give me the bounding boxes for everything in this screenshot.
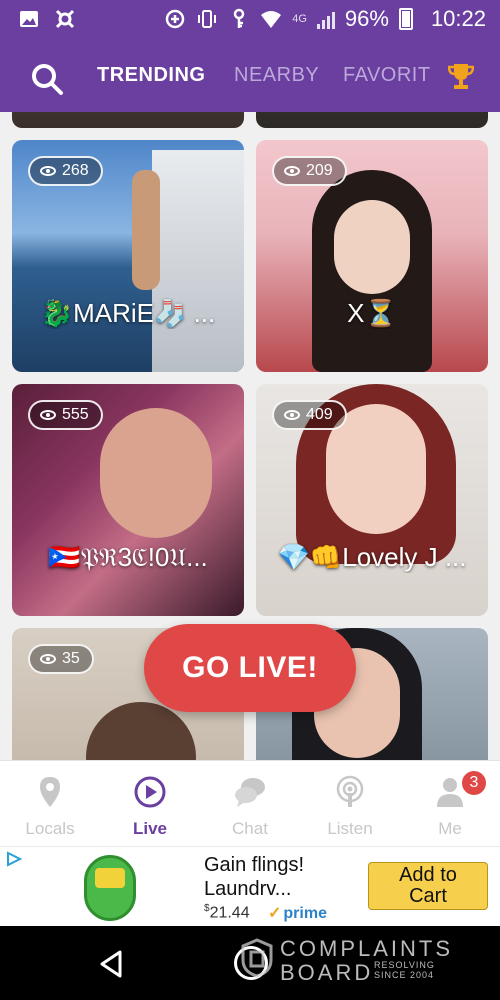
ad-price-value: 21.44 bbox=[209, 904, 250, 922]
watermark-logo-icon bbox=[241, 938, 273, 978]
back-icon[interactable] bbox=[96, 948, 128, 980]
data-saver-icon bbox=[165, 9, 185, 29]
ad-product-image bbox=[84, 855, 136, 921]
ad-banner[interactable]: Gain flings! Laundrv... $21.44 prime Add… bbox=[0, 846, 500, 926]
viewer-count-badge: 35 bbox=[28, 644, 94, 674]
watermark-tagline: RESOLVING SINCE 2004 bbox=[374, 960, 435, 980]
nav-label: Live bbox=[132, 819, 168, 838]
add-to-cart-button[interactable]: Add to Cart bbox=[368, 862, 488, 910]
watermark-tagline-1: RESOLVING bbox=[374, 960, 435, 970]
streamer-name: 🐉MARiE🧦 ... bbox=[40, 298, 216, 328]
app-notification-icon bbox=[55, 9, 75, 29]
eye-icon bbox=[284, 166, 300, 176]
nav-item-chat[interactable]: Chat bbox=[200, 761, 300, 847]
nav-label: Listen bbox=[327, 819, 373, 838]
prime-badge: prime bbox=[268, 903, 327, 923]
stream-thumbnail-face bbox=[100, 408, 212, 538]
battery-percent: 96% bbox=[344, 6, 389, 31]
app-header: 4G 96% 10:22 TRENDING NEARBY FAVORIT bbox=[0, 0, 500, 112]
go-live-button[interactable]: GO LIVE! bbox=[144, 624, 356, 712]
stream-thumbnail-face bbox=[334, 200, 410, 294]
nav-item-locals[interactable]: Locals bbox=[0, 761, 100, 847]
status-bar: 4G 96% 10:22 bbox=[0, 0, 500, 40]
add-to-cart-line2: Cart bbox=[409, 885, 447, 907]
stream-card[interactable] bbox=[12, 112, 244, 128]
watermark-text: BOARD bbox=[280, 960, 374, 985]
clock: 10:22 bbox=[430, 6, 486, 31]
viewer-count-badge: 555 bbox=[28, 400, 103, 430]
location-pin-icon bbox=[40, 777, 60, 807]
network-type-label: 4G bbox=[292, 13, 307, 25]
viewer-count: 35 bbox=[62, 650, 80, 667]
ad-price: $21.44 bbox=[204, 903, 250, 922]
nav-item-listen[interactable]: Listen bbox=[300, 761, 400, 847]
play-circle-icon bbox=[134, 776, 166, 808]
eye-icon bbox=[284, 410, 300, 420]
viewer-count: 555 bbox=[62, 406, 89, 423]
ad-choices-icon[interactable] bbox=[6, 851, 22, 867]
image-notification-icon bbox=[20, 11, 38, 27]
viewer-count-badge: 268 bbox=[28, 156, 103, 186]
nav-item-live[interactable]: Live bbox=[100, 761, 200, 847]
battery-icon bbox=[398, 8, 413, 30]
trophy-icon[interactable] bbox=[448, 62, 474, 90]
streamer-name: X⏳ bbox=[347, 298, 397, 328]
stream-card[interactable]: 409 💎👊Lovely J ... bbox=[256, 384, 488, 616]
signal-strength-icon bbox=[316, 9, 335, 29]
app-screen: 4G 96% 10:22 TRENDING NEARBY FAVORIT 268… bbox=[0, 0, 500, 1000]
nav-label: Locals bbox=[25, 819, 75, 838]
watermark-text: COMPLAINTS bbox=[280, 936, 454, 961]
streamer-name: 💎👊Lovely J ... bbox=[277, 542, 467, 572]
tab-nearby[interactable]: NEARBY bbox=[234, 64, 319, 87]
status-right-icons: 4G 96% 10:22 bbox=[164, 6, 486, 32]
add-to-cart-line1: Add to bbox=[399, 864, 457, 886]
watermark-tagline-2: SINCE 2004 bbox=[374, 970, 435, 980]
tab-favorites[interactable]: FAVORIT bbox=[343, 64, 431, 87]
notification-badge: 3 bbox=[460, 769, 488, 797]
vibrate-icon bbox=[198, 10, 217, 28]
top-tabs: TRENDING NEARBY FAVORIT bbox=[0, 50, 500, 102]
status-left-icons bbox=[18, 8, 76, 30]
stream-card[interactable] bbox=[256, 112, 488, 128]
streamer-name: 🇵🇷𝔓ℜ3ℭ!0𝔘... bbox=[48, 542, 208, 572]
podcast-icon bbox=[336, 775, 364, 807]
nav-item-me[interactable]: Me 3 bbox=[400, 761, 500, 847]
ad-title: Gain flings! bbox=[204, 854, 305, 876]
search-icon[interactable] bbox=[30, 62, 64, 96]
viewer-count-badge: 409 bbox=[272, 400, 347, 430]
viewer-count: 409 bbox=[306, 406, 333, 423]
viewer-count-badge: 209 bbox=[272, 156, 347, 186]
bottom-nav: Locals Live Chat Listen Me 3 bbox=[0, 760, 500, 846]
nav-label: Chat bbox=[232, 819, 268, 838]
viewer-count: 209 bbox=[306, 162, 333, 179]
key-icon bbox=[233, 8, 245, 28]
stream-card[interactable]: 209 X⏳ bbox=[256, 140, 488, 372]
eye-icon bbox=[40, 654, 56, 664]
nav-label: Me bbox=[438, 819, 462, 838]
stream-card[interactable]: 555 🇵🇷𝔓ℜ3ℭ!0𝔘... bbox=[12, 384, 244, 616]
eye-icon bbox=[40, 410, 56, 420]
chat-bubbles-icon bbox=[235, 778, 265, 807]
wifi-icon bbox=[261, 11, 282, 28]
tab-trending[interactable]: TRENDING bbox=[97, 64, 205, 87]
system-nav-bar: COMPLAINTS BOARD RESOLVING SINCE 2004 bbox=[0, 926, 500, 1000]
stream-thumbnail bbox=[152, 150, 244, 372]
stream-card[interactable]: 268 🐉MARiE🧦 ... bbox=[12, 140, 244, 372]
viewer-count: 268 bbox=[62, 162, 89, 179]
eye-icon bbox=[40, 166, 56, 176]
stream-thumbnail-figure bbox=[132, 170, 160, 290]
ad-subtitle: Laundrv... bbox=[204, 878, 292, 900]
